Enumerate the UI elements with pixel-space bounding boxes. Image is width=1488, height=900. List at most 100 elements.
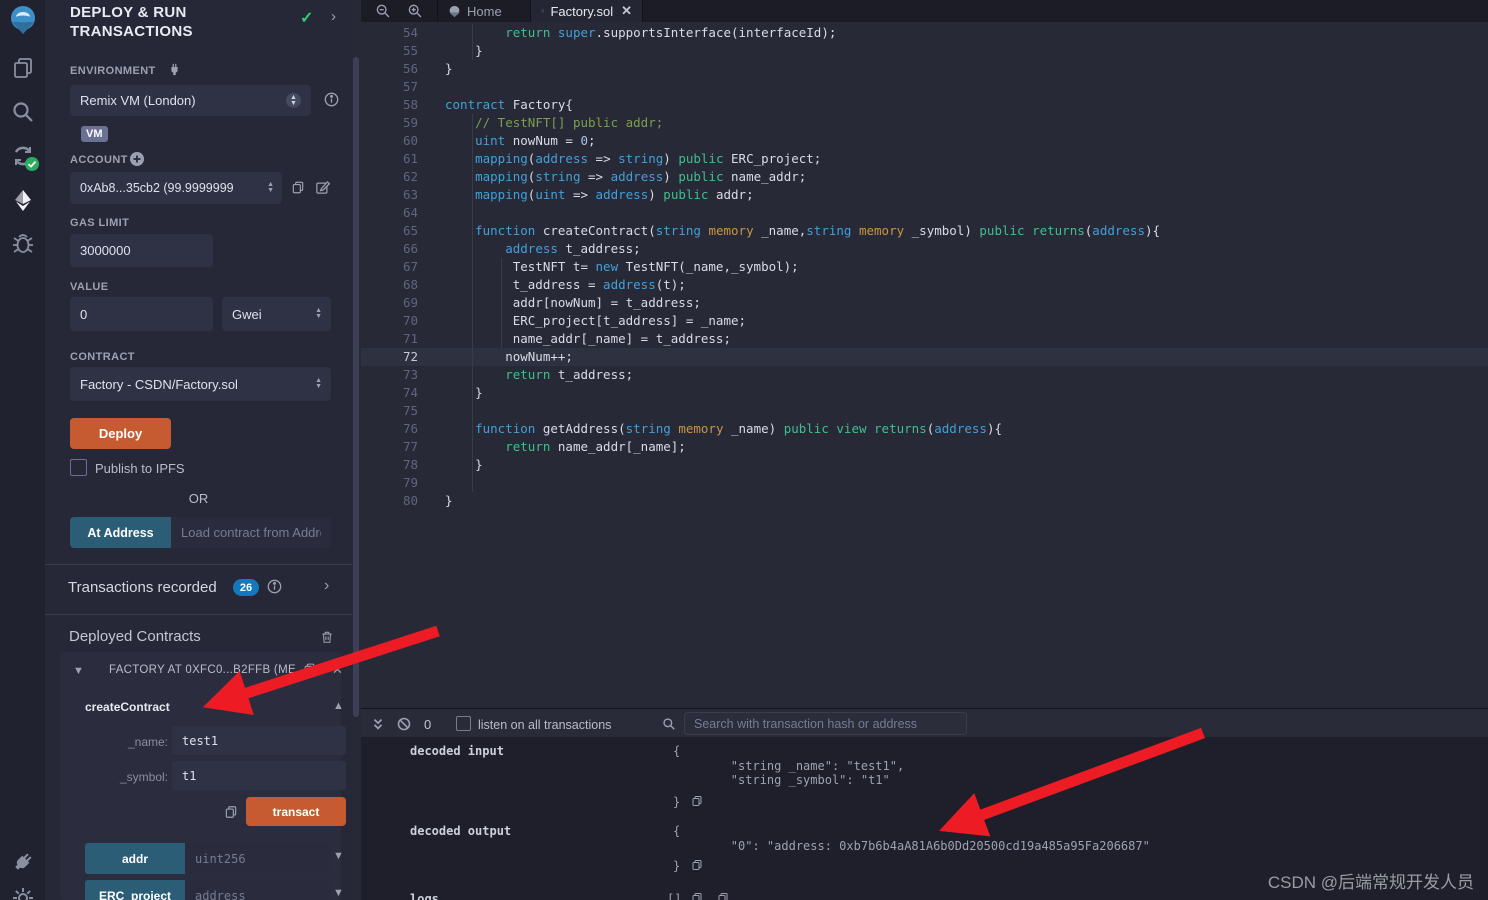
getter-addr-button[interactable]: addr <box>85 843 185 874</box>
copy-params-icon[interactable] <box>224 804 238 820</box>
plug-icon <box>167 62 182 77</box>
account-select[interactable]: 0xAb8...35cb2 (99.9999999 ▲ ▼ <box>70 172 282 204</box>
value-input[interactable] <box>70 297 213 331</box>
panel-collapse-chevron-icon[interactable]: › <box>331 8 336 25</box>
code-line-76: 76 function getAddress(string memory _na… <box>402 421 1002 436</box>
json-close-brace: } <box>673 859 681 873</box>
transactions-recorded-row[interactable]: Transactions recorded 26 › <box>45 564 352 615</box>
json-line: "string _symbol": "t1" <box>673 773 890 787</box>
at-address-button[interactable]: At Address <box>70 517 171 548</box>
function-collapse-chevron-icon[interactable]: ▲ <box>333 700 344 712</box>
account-stepper-icon[interactable]: ▲ ▼ <box>267 181 274 194</box>
code-line-63: 63 mapping(uint => address) public addr; <box>402 187 754 202</box>
zoom-out-icon[interactable] <box>375 3 391 19</box>
listen-transactions-checkbox[interactable] <box>456 716 471 731</box>
value-unit-select[interactable]: Gwei ▲ ▼ <box>222 297 331 331</box>
remix-tab-logo-icon <box>449 5 460 17</box>
publish-ipfs-label: Publish to IPFS <box>95 461 185 476</box>
deployed-contract-header[interactable]: FACTORY AT 0XFC0...B2FFB (ME <box>109 664 296 676</box>
vm-badge: VM <box>81 126 108 142</box>
deployed-contract-card: ▼ FACTORY AT 0XFC0...B2FFB (ME ✕ createC… <box>60 652 346 900</box>
file-explorer-icon[interactable] <box>11 56 35 80</box>
code-line-77: 77 return name_addr[_name]; <box>402 439 686 454</box>
contract-collapse-chevron-icon[interactable]: ▼ <box>73 665 84 677</box>
deploy-button[interactable]: Deploy <box>70 418 171 449</box>
sign-message-icon[interactable] <box>315 180 330 195</box>
copy-account-icon[interactable] <box>291 180 305 195</box>
environment-stepper-icon[interactable]: ▲ ▼ <box>286 93 301 108</box>
transactions-info-icon[interactable] <box>267 579 282 594</box>
compile-success-badge-icon <box>25 157 39 171</box>
transactions-expand-chevron-icon[interactable]: › <box>324 577 329 595</box>
add-account-icon[interactable] <box>130 152 144 166</box>
contract-stepper-icon[interactable]: ▲ ▼ <box>315 377 322 390</box>
code-line-66: 66 address t_address; <box>402 241 641 256</box>
debugger-icon[interactable] <box>11 231 35 255</box>
copy-decoded-output-icon[interactable] <box>691 858 703 872</box>
code-editor[interactable]: 54 return super.supportsInterface(interf… <box>361 22 1488 708</box>
plugin-manager-icon[interactable] <box>11 850 35 874</box>
solidity-file-icon <box>541 9 544 13</box>
close-tab-icon[interactable]: ✕ <box>621 3 632 19</box>
remix-logo-icon[interactable] <box>7 4 39 36</box>
clear-deployed-trash-icon[interactable] <box>320 629 334 645</box>
copy-contract-address-icon[interactable] <box>303 662 316 676</box>
copy-decoded-input-icon[interactable] <box>691 794 703 808</box>
environment-select[interactable]: Remix VM (London) ▲ ▼ <box>70 85 311 116</box>
terminal-search-input[interactable] <box>684 712 967 735</box>
code-line-61: 61 mapping(address => string) public ERC… <box>402 151 822 166</box>
panel-scrollbar[interactable] <box>353 57 359 717</box>
code-line-55: 55 } <box>402 43 483 58</box>
panel-title: DEPLOY & RUN TRANSACTIONS <box>70 4 193 40</box>
code-line-62: 62 mapping(string => address) public nam… <box>402 169 807 184</box>
json-close-brace: } <box>673 795 681 809</box>
code-line-78: 78 } <box>402 457 483 472</box>
remove-contract-close-icon[interactable]: ✕ <box>332 662 343 678</box>
logs-value: [] <box>667 892 682 900</box>
getter-addr-input[interactable] <box>185 843 331 874</box>
getter-ercproject-input[interactable] <box>185 880 331 900</box>
getter-ercproject-expand-chevron-icon[interactable]: ▼ <box>333 887 344 899</box>
code-line-64: 64 <box>402 205 418 220</box>
code-line-56: 56} <box>402 61 453 76</box>
code-line-74: 74 } <box>402 385 483 400</box>
settings-gear-icon[interactable] <box>11 886 35 900</box>
copy-raw-logs-icon[interactable] <box>717 891 729 900</box>
contract-select[interactable]: Factory - CSDN/Factory.sol ▲ ▼ <box>70 367 331 401</box>
panel-check-icon: ✓ <box>300 10 314 27</box>
terminal-search-icon <box>662 717 676 731</box>
json-line: "string _name": "test1", <box>673 759 905 773</box>
publish-ipfs-checkbox[interactable] <box>70 459 87 476</box>
expand-terminal-chevrons-icon[interactable] <box>371 717 385 731</box>
decoded-input-label: decoded input <box>410 744 504 758</box>
code-line-69: 69 addr[nowNum] = t_address; <box>402 295 701 310</box>
search-icon[interactable] <box>11 100 35 124</box>
transactions-count-badge: 26 <box>233 579 259 596</box>
param-name-input[interactable] <box>172 726 346 755</box>
pending-tx-count: 0 <box>424 717 432 732</box>
zoom-in-icon[interactable] <box>407 3 423 19</box>
param-symbol-input[interactable] <box>172 761 346 790</box>
contract-label: CONTRACT <box>70 351 135 363</box>
json-line-address: "0": "address: 0xb7b6b4aA81A6b0Dd20500cd… <box>673 839 1150 853</box>
gas-limit-input[interactable] <box>70 234 213 267</box>
clear-console-ban-icon[interactable] <box>397 717 411 731</box>
code-line-54: 54 return super.supportsInterface(interf… <box>402 25 837 40</box>
transact-button[interactable]: transact <box>246 797 346 826</box>
json-open-brace: { <box>673 744 681 758</box>
code-line-72: 72 nowNum++; <box>361 348 1488 366</box>
deploy-run-icon[interactable] <box>11 188 35 212</box>
unit-stepper-icon[interactable]: ▲ ▼ <box>315 307 322 320</box>
getter-ercproject-button[interactable]: ERC_project <box>85 880 185 900</box>
function-name[interactable]: createContract <box>85 700 170 714</box>
tab-factory-sol[interactable]: Factory.sol ✕ <box>530 0 643 22</box>
tab-home[interactable]: Home <box>437 0 527 22</box>
getter-addr-expand-chevron-icon[interactable]: ▼ <box>333 850 344 862</box>
solidity-compiler-icon[interactable] <box>11 144 39 171</box>
copy-logs-icon[interactable] <box>691 891 703 900</box>
environment-info-icon[interactable] <box>324 92 339 107</box>
param-symbol-label: _symbol: <box>119 770 168 784</box>
code-line-80: 80} <box>402 493 453 508</box>
code-line-58: 58 contract Factory{ <box>402 97 573 112</box>
at-address-input[interactable] <box>171 517 331 548</box>
